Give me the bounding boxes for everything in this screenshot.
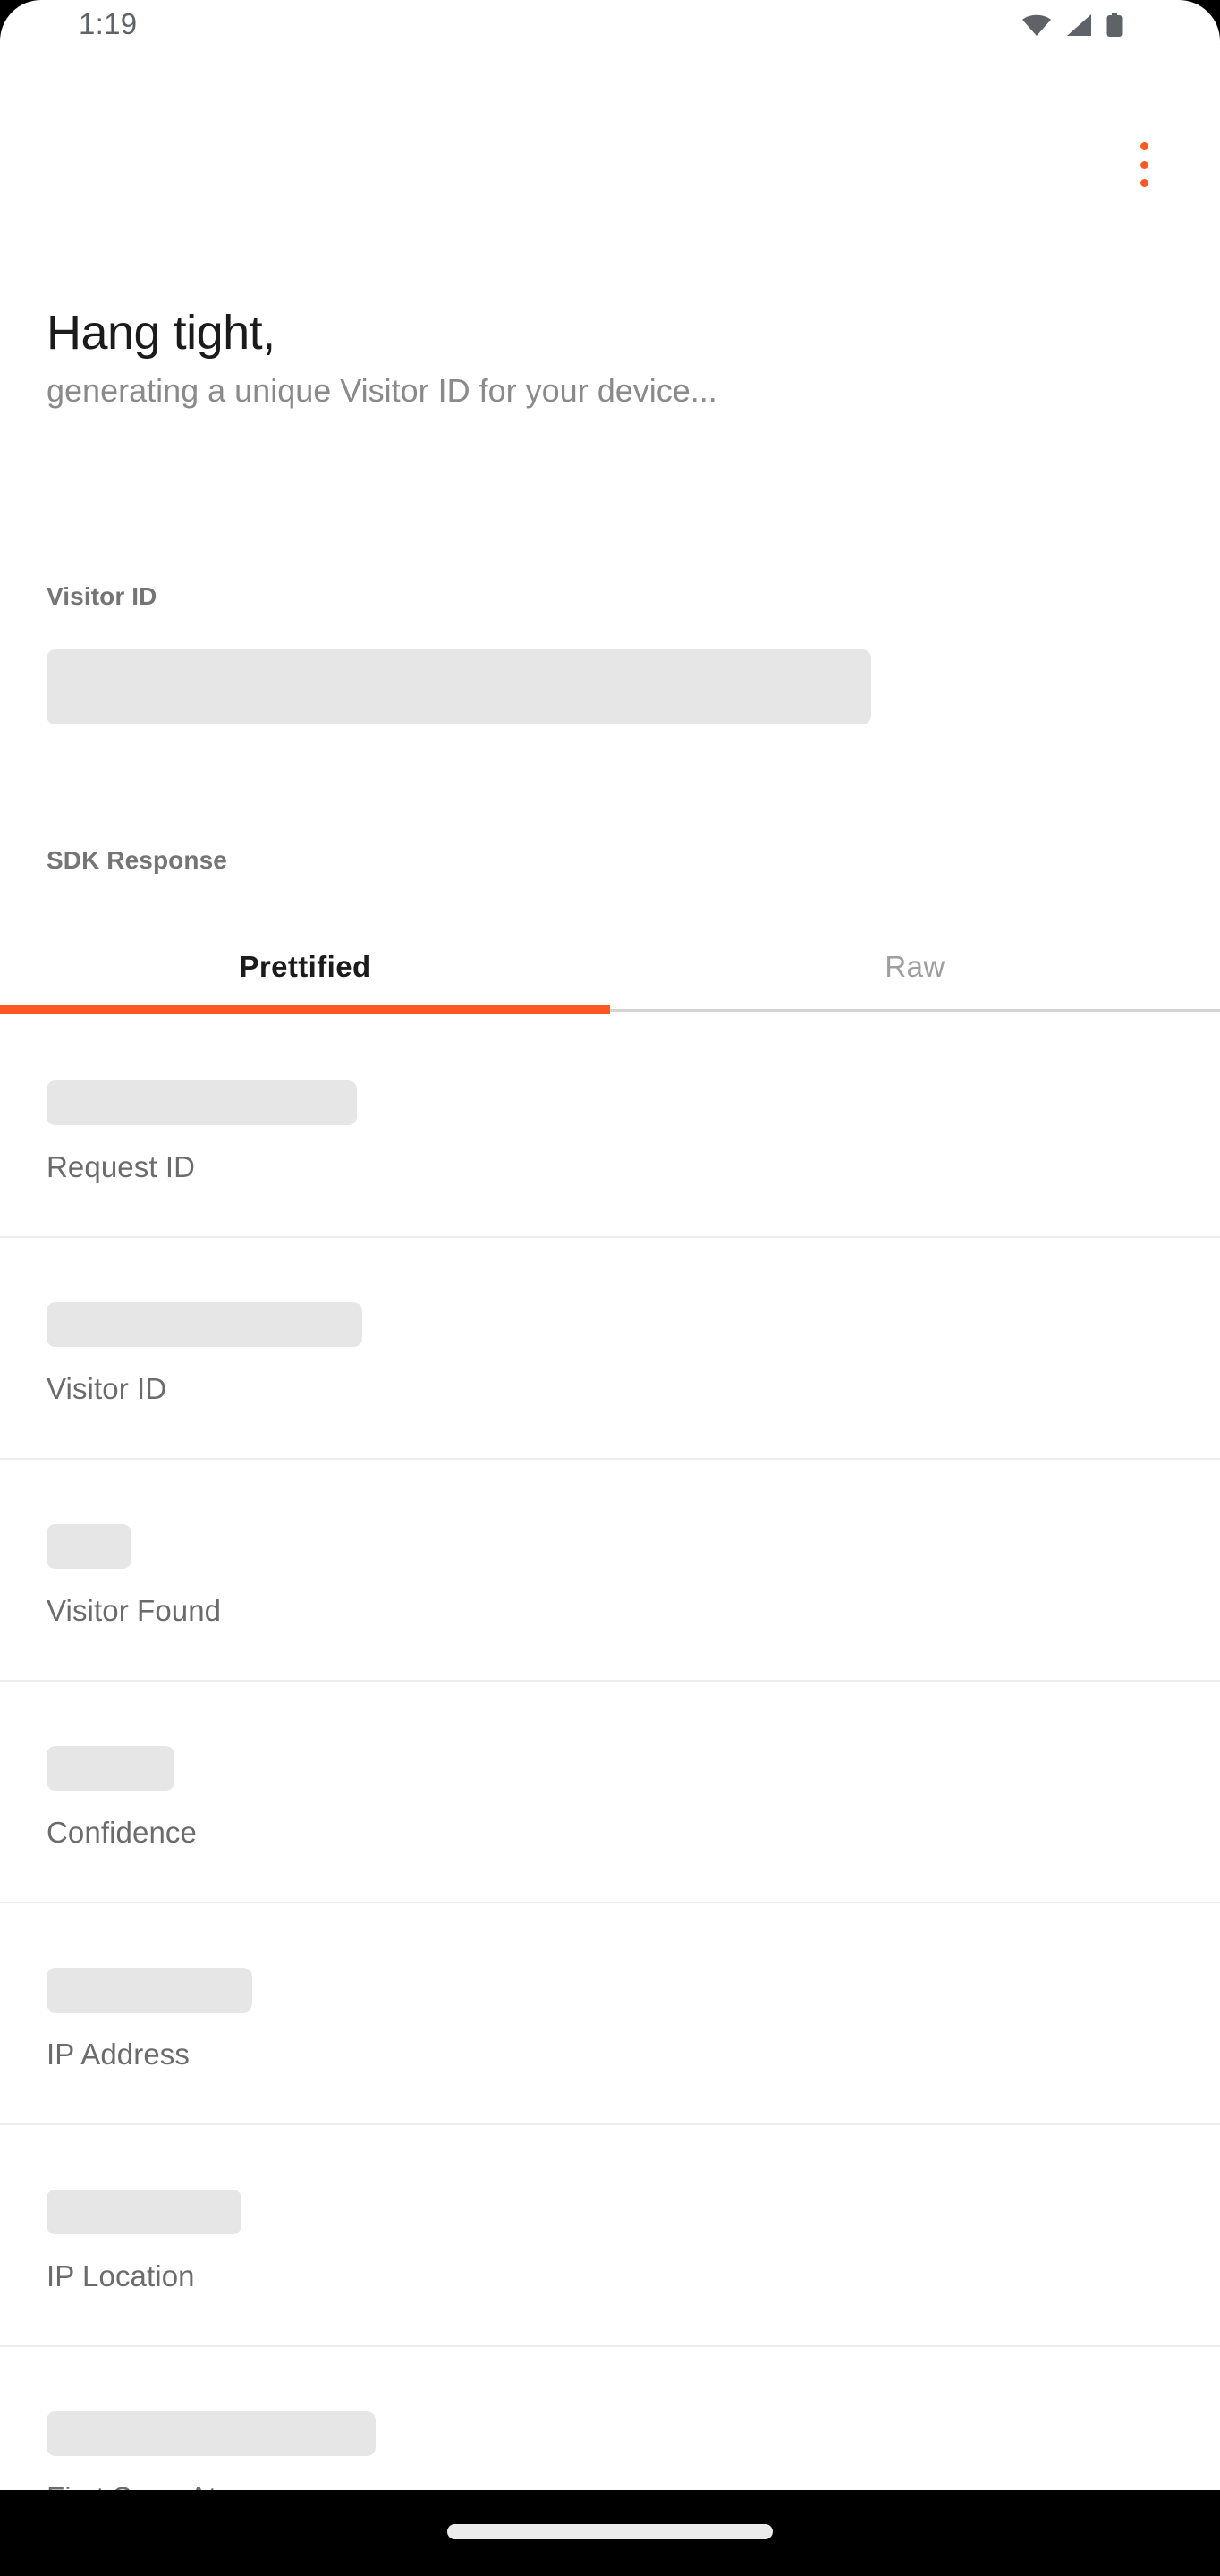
- sdk-response-tabs: Prettified Raw: [0, 921, 1220, 1013]
- row-value-skeleton: [47, 1968, 252, 2012]
- home-gesture-pill[interactable]: [447, 2524, 773, 2539]
- row-value-skeleton: [47, 1080, 357, 1125]
- overflow-dot-1: [1140, 142, 1148, 150]
- row-value-skeleton: [47, 2411, 376, 2456]
- row-value-skeleton: [47, 2190, 241, 2234]
- table-row[interactable]: Request ID: [0, 1016, 1220, 1238]
- system-navigation-bar: [0, 2490, 1220, 2576]
- row-value-skeleton: [47, 1302, 362, 1347]
- overflow-dot-2: [1140, 160, 1148, 169]
- table-row[interactable]: Visitor ID: [0, 1238, 1220, 1460]
- row-label: Confidence: [47, 1816, 197, 1849]
- sdk-response-row-list: Request ID Visitor ID Visitor Found Conf…: [0, 1016, 1220, 2569]
- sdk-response-label: SDK Response: [47, 846, 227, 874]
- overflow-dot-3: [1140, 179, 1148, 187]
- app-screen: 1:19 Hang tight, generating a unique Vis…: [0, 0, 1220, 2576]
- visitor-id-loading-skeleton[interactable]: [47, 649, 871, 724]
- table-row[interactable]: Visitor Found: [0, 1460, 1220, 1682]
- row-label: IP Address: [47, 2038, 190, 2071]
- cellular-signal-icon: [1065, 13, 1092, 41]
- headline-block: Hang tight, generating a unique Visitor …: [47, 304, 1173, 411]
- table-row[interactable]: Confidence: [0, 1682, 1220, 1903]
- more-vert-icon[interactable]: [1121, 139, 1167, 191]
- row-value-skeleton: [47, 1746, 174, 1791]
- row-label: Visitor Found: [47, 1594, 222, 1627]
- table-row[interactable]: IP Address: [0, 1903, 1220, 2125]
- tab-active-indicator: [0, 1005, 610, 1014]
- tab-prettified[interactable]: Prettified: [0, 921, 610, 1013]
- status-bar-icons: [1021, 13, 1123, 42]
- wifi-icon: [1021, 13, 1052, 41]
- tab-raw[interactable]: Raw: [610, 921, 1220, 1013]
- status-bar-clock: 1:19: [79, 7, 138, 40]
- visitor-id-label: Visitor ID: [47, 582, 157, 610]
- row-label: Visitor ID: [47, 1372, 167, 1405]
- table-row[interactable]: IP Location: [0, 2125, 1220, 2347]
- status-bar: 1:19: [0, 0, 1220, 47]
- row-label: IP Location: [47, 2259, 195, 2292]
- row-value-skeleton: [47, 1524, 131, 1569]
- row-label: Request ID: [47, 1150, 196, 1183]
- battery-icon: [1106, 13, 1123, 42]
- page-subtitle: generating a unique Visitor ID for your …: [47, 372, 717, 409]
- page-title: Hang tight,: [47, 306, 275, 360]
